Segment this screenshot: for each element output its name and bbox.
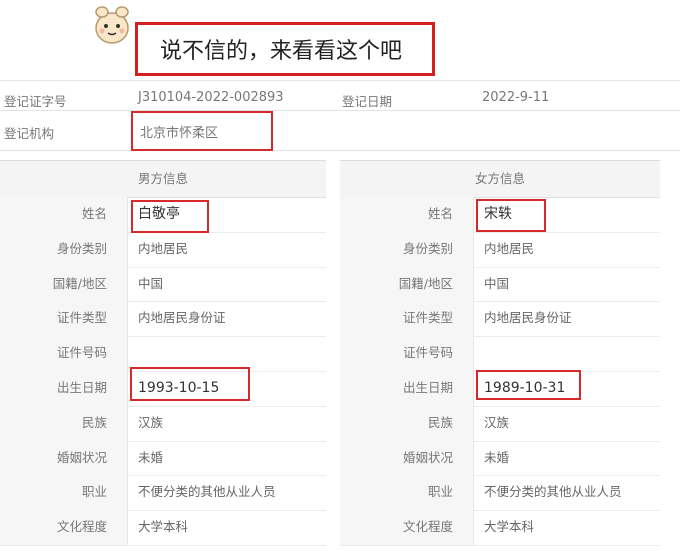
male-row-label: 证件类型	[0, 301, 128, 337]
female-row-label: 姓名	[340, 197, 474, 232]
male-row-label: 证件号码	[0, 336, 128, 371]
cert-no-value: J310104-2022-002893	[138, 90, 284, 105]
male-row-label: 职业	[0, 475, 128, 511]
male-row-label: 国籍/地区	[0, 266, 128, 302]
male-row-value: 大学本科	[138, 519, 189, 535]
female-row-value: 中国	[484, 275, 510, 291]
male-row: 文化程度 大学本科	[0, 510, 326, 546]
female-row-label: 民族	[340, 405, 474, 441]
female-row-label: 证件号码	[340, 336, 474, 371]
female-row-label: 国籍/地区	[340, 266, 474, 302]
male-row: 国籍/地区 中国	[0, 266, 326, 303]
male-row-label: 婚姻状况	[0, 440, 128, 476]
female-row-label: 身份类别	[340, 231, 474, 267]
divider	[0, 110, 680, 111]
male-row-value: 内地居民	[138, 240, 189, 256]
highlight-org	[131, 111, 273, 151]
highlight-male-birth	[130, 367, 250, 401]
male-row: 职业 不便分类的其他从业人员	[0, 475, 326, 512]
female-row-label: 职业	[340, 475, 474, 511]
female-row-value: 内地居民身份证	[484, 310, 572, 326]
female-row: 国籍/地区 中国	[340, 266, 660, 303]
male-row: 婚姻状况 未婚	[0, 440, 326, 477]
female-row-label: 婚姻状况	[340, 440, 474, 476]
male-row: 证件类型 内地居民身份证	[0, 301, 326, 338]
mascot-sticker-icon	[88, 0, 136, 48]
male-row-value	[128, 336, 138, 371]
female-row-value	[474, 336, 484, 371]
female-row-value: 大学本科	[484, 519, 535, 535]
male-row-value: 不便分类的其他从业人员	[138, 484, 276, 500]
male-row-value: 汉族	[138, 414, 164, 430]
male-row: 民族 汉族	[0, 405, 326, 442]
female-row: 证件类型 内地居民身份证	[340, 301, 660, 338]
org-label: 登记机构	[4, 126, 55, 141]
female-row: 身份类别 内地居民	[340, 231, 660, 268]
highlight-male-name	[131, 200, 209, 233]
male-row-label: 文化程度	[0, 510, 128, 545]
female-row-label: 证件类型	[340, 301, 474, 337]
cert-no-label: 登记证字号	[4, 94, 67, 109]
male-row-value: 内地居民身份证	[138, 310, 226, 326]
caption-box: 说不信的，来看看这个吧	[135, 22, 435, 76]
male-row-label: 姓名	[0, 197, 128, 232]
caption-text: 说不信的，来看看这个吧	[160, 39, 403, 64]
female-row: 民族 汉族	[340, 405, 660, 442]
male-row-value: 中国	[138, 275, 164, 291]
female-panel-title: 女方信息	[340, 161, 660, 198]
highlight-female-birth	[476, 370, 581, 400]
female-row-label: 文化程度	[340, 510, 474, 545]
male-row-value: 未婚	[138, 449, 164, 465]
female-row-label: 出生日期	[340, 371, 474, 406]
highlight-female-name	[476, 199, 546, 232]
female-row-value: 汉族	[484, 414, 510, 430]
female-row-value: 未婚	[484, 449, 510, 465]
female-row: 文化程度 大学本科	[340, 510, 660, 546]
date-value: 2022-9-11	[482, 90, 550, 105]
male-row-label: 出生日期	[0, 371, 128, 406]
male-row-label: 民族	[0, 405, 128, 441]
male-panel-title: 男方信息	[0, 161, 326, 198]
male-row: 身份类别 内地居民	[0, 231, 326, 268]
female-row-value: 不便分类的其他从业人员	[484, 484, 622, 500]
female-row: 婚姻状况 未婚	[340, 440, 660, 477]
female-row: 证件号码	[340, 336, 660, 372]
female-row: 职业 不便分类的其他从业人员	[340, 475, 660, 512]
divider	[0, 150, 680, 151]
female-row-value: 内地居民	[484, 240, 535, 256]
registration-row-2: 登记机构 北京市怀柔区	[0, 112, 670, 150]
date-label: 登记日期	[342, 94, 393, 109]
male-row-label: 身份类别	[0, 231, 128, 267]
